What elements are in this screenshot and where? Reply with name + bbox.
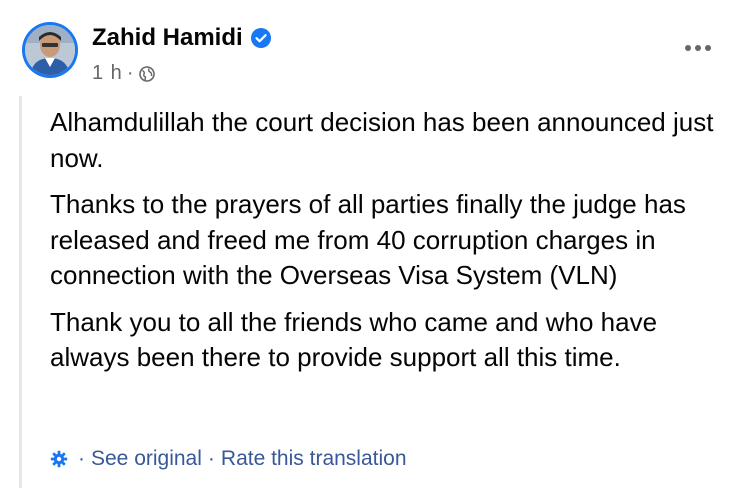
avatar[interactable] bbox=[22, 22, 78, 78]
author-name[interactable]: Zahid Hamidi bbox=[92, 24, 243, 52]
post-body: Alhamdulillah the court decision has bee… bbox=[50, 105, 740, 387]
post-paragraph: Thanks to the prayers of all parties fin… bbox=[50, 189, 686, 290]
translation-separator: · bbox=[207, 447, 215, 470]
see-original-link[interactable]: See original bbox=[91, 447, 202, 471]
translation-bar: · See original · Rate this translation bbox=[50, 447, 407, 471]
facebook-post: Zahid Hamidi 1 h · Alhamdulillah the cou… bbox=[0, 0, 752, 488]
translation-separator: · bbox=[78, 447, 85, 470]
post-paragraph: Thank you to all the friends who came an… bbox=[50, 306, 658, 373]
rate-translation-link[interactable]: Rate this translation bbox=[221, 447, 407, 471]
quote-bar bbox=[19, 96, 22, 488]
more-options-button[interactable] bbox=[678, 34, 718, 62]
verified-badge-icon bbox=[250, 28, 271, 48]
post-paragraph: Alhamdulillah the court decision has bee… bbox=[50, 107, 714, 173]
gear-icon[interactable] bbox=[50, 450, 68, 468]
post-timestamp[interactable]: 1 h bbox=[92, 62, 123, 85]
more-dots-icon bbox=[685, 45, 711, 51]
globe-icon[interactable] bbox=[139, 65, 156, 82]
meta-separator: · bbox=[126, 62, 134, 84]
avatar-photo bbox=[25, 25, 75, 75]
